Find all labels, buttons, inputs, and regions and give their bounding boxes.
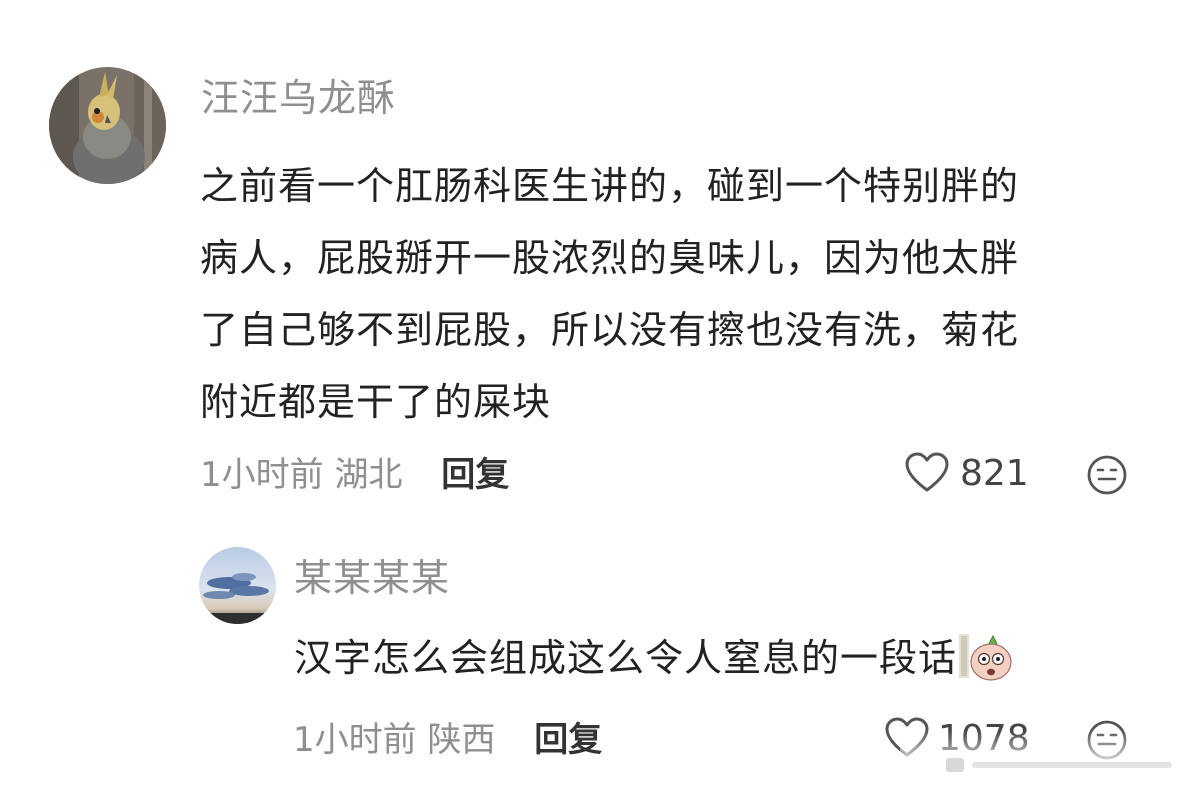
heart-outline-icon [905,452,949,492]
reply-body: 汉字怎么会组成这么令人窒息的一段话 [294,630,1013,686]
reply-username[interactable]: 某某某某 [294,556,450,600]
comment-meta: 1小时前 湖北 回复 [200,455,509,495]
parrot-avatar-image [49,67,166,184]
reply-location: 陕西 [427,720,496,760]
neutral-face-icon [1087,455,1127,495]
emoji-reaction-button[interactable] [1086,454,1128,496]
reply-time: 1小时前 [293,720,417,760]
neutral-face-icon [1087,720,1127,760]
comment-time: 1小时前 [200,455,324,495]
like-button[interactable]: 821 [904,452,1029,494]
avatar[interactable] [199,547,276,624]
reply-button[interactable]: 回复 [441,455,509,495]
comment-line: 之前看一个肛肠科医生讲的，碰到一个特别胖的 [200,164,1020,208]
comment-line: 了自己够不到屁股，所以没有擦也没有洗，菊花 [200,308,1020,352]
comment-location: 湖北 [334,455,403,495]
reply-meta: 1小时前 陕西 回复 [293,720,602,760]
avatar[interactable] [49,67,166,184]
comment-body: 之前看一个肛肠科医生讲的，碰到一个特别胖的 病人，屁股掰开一股浓烈的臭味儿，因为… [200,150,1019,438]
like-button[interactable]: 1078 [884,717,1030,759]
like-count: 821 [960,452,1029,494]
comment-line: 附近都是干了的屎块 [200,380,552,424]
reply-button[interactable]: 回复 [534,720,602,760]
heart-outline-icon [885,717,929,757]
comment-thread: 汪汪乌龙酥 之前看一个肛肠科医生讲的，碰到一个特别胖的 病人，屁股掰开一股浓烈的… [0,0,1198,788]
comment-line: 病人，屁股掰开一股浓烈的臭味儿，因为他太胖 [200,236,1020,280]
shocked-sticker-icon [959,632,1013,682]
comment-username[interactable]: 汪汪乌龙酥 [201,76,396,120]
emoji-reaction-button[interactable] [1086,719,1128,761]
reply-text: 汉字怎么会组成这么令人窒息的一段话 [294,636,958,680]
like-count: 1078 [938,717,1030,759]
sky-clouds-avatar-image [199,547,276,624]
